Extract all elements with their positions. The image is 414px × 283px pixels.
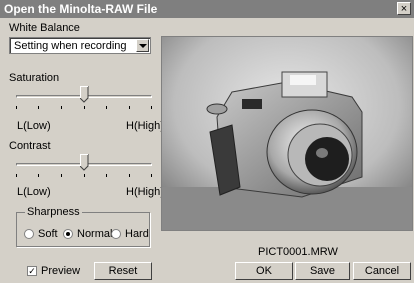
preview-checkbox[interactable]: ✓ <box>27 266 37 276</box>
slider-ticks <box>16 106 152 109</box>
white-balance-label: White Balance <box>9 22 80 34</box>
saturation-slider[interactable] <box>16 86 152 112</box>
radio-label-soft: Soft <box>38 228 58 240</box>
radio-label-hard: Hard <box>125 228 149 240</box>
dialog-title: Open the Minolta-RAW File <box>4 2 158 16</box>
preview-image <box>161 36 413 231</box>
contrast-max-label: H(High) <box>126 186 164 198</box>
sharpness-label: Sharpness <box>25 206 82 218</box>
chevron-down-icon[interactable] <box>136 39 149 52</box>
white-balance-select[interactable]: Setting when recording <box>9 37 151 54</box>
slider-thumb[interactable] <box>80 86 89 103</box>
radio-label-normal: Normal <box>77 228 113 240</box>
preview-label: Preview <box>41 265 81 277</box>
title-bar: Open the Minolta-RAW File × <box>0 0 414 18</box>
white-balance-value: Setting when recording <box>14 40 127 52</box>
slider-ticks <box>16 174 152 177</box>
reset-button[interactable]: Reset <box>94 262 152 280</box>
saturation-min-label: L(Low) <box>17 120 51 132</box>
radio-dot[interactable] <box>24 229 34 239</box>
slider-thumb[interactable] <box>80 154 89 171</box>
contrast-min-label: L(Low) <box>17 186 51 198</box>
contrast-label: Contrast <box>9 140 51 152</box>
ok-button[interactable]: OK <box>235 262 293 280</box>
saturation-max-label: H(High) <box>126 120 164 132</box>
dialog-window: Open the Minolta-RAW File × White Balanc… <box>0 0 414 283</box>
camera-photo <box>162 37 412 230</box>
radio-dot[interactable] <box>111 229 121 239</box>
save-button[interactable]: Save <box>295 262 350 280</box>
radio-dot-selected[interactable] <box>63 229 73 239</box>
cancel-button[interactable]: Cancel <box>353 262 411 280</box>
contrast-slider[interactable] <box>16 154 152 180</box>
close-button[interactable]: × <box>397 2 411 15</box>
file-name: PICT0001.MRW <box>258 246 338 258</box>
saturation-label: Saturation <box>9 72 60 84</box>
